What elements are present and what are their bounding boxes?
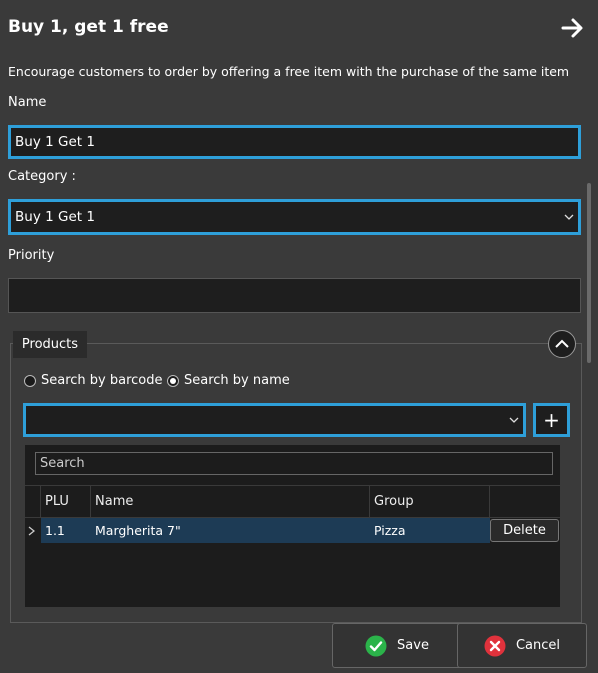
name-field-value: Buy 1 Get 1 <box>15 134 95 150</box>
check-circle-icon <box>365 635 387 656</box>
save-label: Save <box>397 638 429 653</box>
chevron-up-icon <box>555 339 569 348</box>
name-label: Name <box>8 95 47 110</box>
grid-header-group[interactable]: Group <box>370 485 490 518</box>
save-button[interactable]: Save <box>332 623 462 668</box>
row-group: Pizza <box>374 523 406 538</box>
collapse-button[interactable] <box>548 330 576 358</box>
grid-search-input[interactable]: Search <box>35 452 553 475</box>
grid-header-indicator <box>25 485 41 518</box>
delete-button[interactable]: Delete <box>490 519 559 542</box>
cancel-label: Cancel <box>515 638 561 653</box>
radio-search-by-name[interactable]: Search by name <box>167 373 290 388</box>
radio-label-name: Search by name <box>184 373 290 388</box>
priority-label: Priority <box>8 248 55 263</box>
close-circle-icon <box>484 635 506 656</box>
grid-header-actions <box>490 485 560 518</box>
products-grid: Search PLU Name Group 1.1 Margherita 7" … <box>25 445 560 607</box>
radio-label-barcode: Search by barcode <box>41 373 163 388</box>
name-field[interactable]: Buy 1 Get 1 <box>8 125 581 159</box>
dialog-title: Buy 1, get 1 free <box>8 17 169 37</box>
radio-search-by-barcode[interactable]: Search by barcode <box>24 373 163 388</box>
dialog-description: Encourage customers to order by offering… <box>8 64 570 79</box>
cancel-button[interactable]: Cancel <box>457 623 587 668</box>
grid-header-name[interactable]: Name <box>91 485 370 518</box>
row-expand-icon[interactable] <box>25 518 41 543</box>
radio-dot-barcode <box>24 374 36 387</box>
row-plu: 1.1 <box>45 523 65 538</box>
category-select-value: Buy 1 Get 1 <box>15 209 95 225</box>
scrollbar[interactable] <box>587 183 591 363</box>
row-name: Margherita 7" <box>95 523 181 538</box>
radio-dot-name <box>167 374 179 387</box>
chevron-down-icon <box>509 417 519 423</box>
grid-header-plu[interactable]: PLU <box>41 485 91 518</box>
products-tab: Products <box>13 331 87 358</box>
chevron-down-icon <box>564 214 574 220</box>
category-select[interactable]: Buy 1 Get 1 <box>8 199 581 235</box>
table-row[interactable]: 1.1 Margherita 7" Pizza Delete <box>25 518 560 543</box>
category-label: Category : <box>8 169 76 184</box>
add-product-button[interactable]: + <box>533 403 570 437</box>
priority-field[interactable] <box>8 278 581 313</box>
product-select[interactable] <box>23 403 526 437</box>
arrow-right-icon[interactable] <box>560 16 584 40</box>
